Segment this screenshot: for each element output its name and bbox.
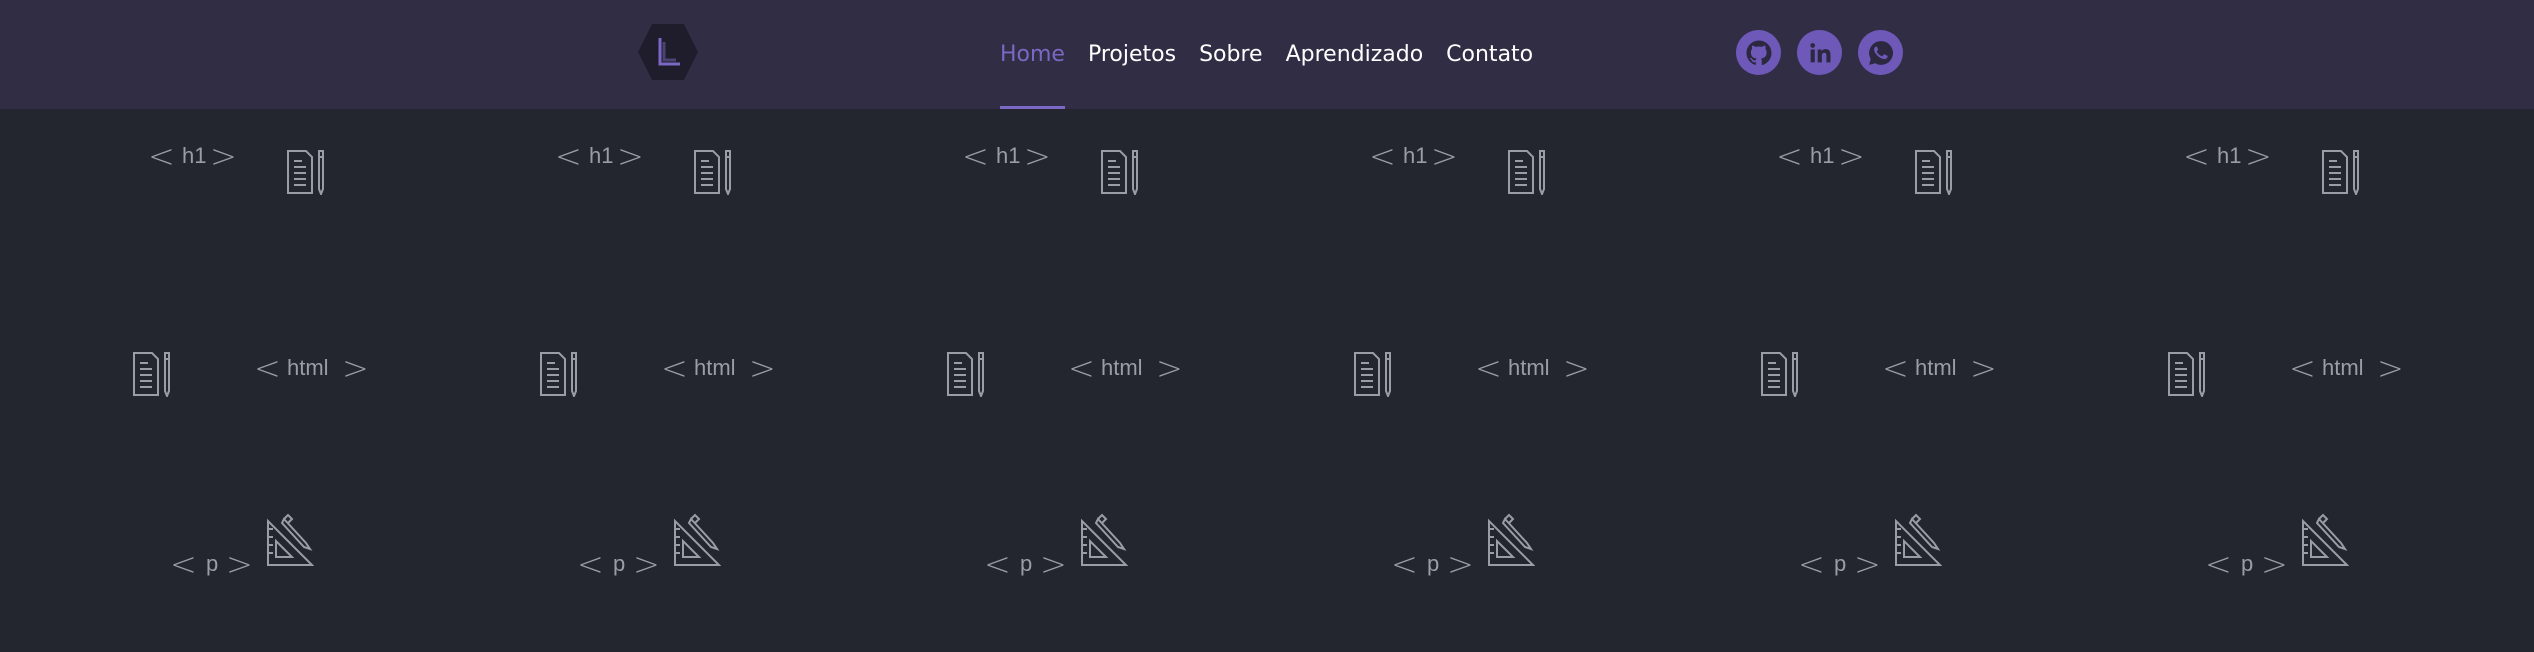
tag-text: h1	[996, 143, 1021, 168]
nav-aprendizado[interactable]: Aprendizado	[1286, 0, 1424, 109]
chevron-right-icon: >	[1563, 349, 1590, 387]
tag-text: html	[1101, 355, 1143, 380]
tag-text: html	[287, 355, 329, 380]
tag-text: p	[613, 551, 626, 576]
chevron-right-icon: >	[633, 545, 660, 583]
chevron-right-icon: >	[2261, 545, 2288, 583]
tag-text: h1	[1810, 143, 1835, 168]
logo-icon[interactable]	[636, 22, 700, 82]
chevron-right-icon: >	[1447, 545, 1474, 583]
pattern-tile: < h1 > < html > < p >	[2035, 109, 2442, 583]
tag-text: html	[2322, 355, 2364, 380]
tag-text: h1	[589, 143, 614, 168]
chevron-left-icon: <	[984, 545, 1011, 583]
chevron-left-icon: <	[148, 137, 175, 175]
tag-text: p	[206, 551, 219, 576]
chevron-left-icon: <	[661, 349, 688, 387]
tag-text: h1	[2217, 143, 2242, 168]
tag-text: p	[2241, 551, 2254, 576]
chevron-left-icon: <	[1776, 137, 1803, 175]
tag-text: p	[1020, 551, 1033, 576]
chevron-left-icon: <	[170, 545, 197, 583]
chevron-left-icon: <	[577, 545, 604, 583]
chevron-left-icon: <	[2183, 137, 2210, 175]
tag-text: html	[1915, 355, 1957, 380]
pattern-tile: < h1 > < html > < p >	[1221, 109, 1628, 583]
chevron-right-icon: >	[1024, 137, 1051, 175]
tag-text: h1	[182, 143, 207, 168]
chevron-left-icon: <	[1369, 137, 1396, 175]
social-links	[1736, 30, 1903, 75]
chevron-left-icon: <	[2205, 545, 2232, 583]
tag-text: p	[1427, 551, 1440, 576]
nav-contato[interactable]: Contato	[1446, 0, 1533, 109]
chevron-right-icon: >	[2377, 349, 2404, 387]
chevron-left-icon: <	[254, 349, 281, 387]
nav-sobre[interactable]: Sobre	[1199, 0, 1263, 109]
main-nav: Home Projetos Sobre Aprendizado Contato	[1000, 0, 1556, 109]
linkedin-icon[interactable]	[1797, 30, 1842, 75]
chevron-right-icon: >	[749, 349, 776, 387]
chevron-left-icon: <	[555, 137, 582, 175]
github-icon[interactable]	[1736, 30, 1781, 75]
chevron-left-icon: <	[962, 137, 989, 175]
tag-text: html	[1508, 355, 1550, 380]
pattern-tile: < h1 > < html > < p >	[0, 109, 407, 583]
chevron-right-icon: >	[617, 137, 644, 175]
chevron-left-icon: <	[1391, 545, 1418, 583]
pattern-tile: < h1 > < html > < p >	[1628, 109, 2035, 583]
tag-text: html	[694, 355, 736, 380]
chevron-left-icon: <	[1882, 349, 1909, 387]
whatsapp-icon[interactable]	[1858, 30, 1903, 75]
chevron-right-icon: >	[1970, 349, 1997, 387]
pattern-tile: < h1 > < html > < p >	[814, 109, 1221, 583]
chevron-left-icon: <	[1475, 349, 1502, 387]
chevron-right-icon: >	[1431, 137, 1458, 175]
chevron-right-icon: >	[2245, 137, 2272, 175]
chevron-left-icon: <	[1798, 545, 1825, 583]
chevron-right-icon: >	[1040, 545, 1067, 583]
chevron-right-icon: >	[226, 545, 253, 583]
chevron-right-icon: >	[1838, 137, 1865, 175]
tag-text: h1	[1403, 143, 1428, 168]
pattern-tile: < h1 > < html > < p >	[407, 109, 814, 583]
chevron-right-icon: >	[1156, 349, 1183, 387]
chevron-right-icon: >	[342, 349, 369, 387]
chevron-left-icon: <	[1068, 349, 1095, 387]
navbar: Home Projetos Sobre Aprendizado Contato	[0, 0, 2534, 109]
chevron-right-icon: >	[1854, 545, 1881, 583]
nav-home[interactable]: Home	[1000, 0, 1065, 109]
nav-projetos[interactable]: Projetos	[1088, 0, 1176, 109]
chevron-left-icon: <	[2289, 349, 2316, 387]
tag-text: p	[1834, 551, 1847, 576]
chevron-right-icon: >	[210, 137, 237, 175]
background-pattern: < h1 > < html > < p > < h1 > < html > < …	[0, 109, 2534, 652]
